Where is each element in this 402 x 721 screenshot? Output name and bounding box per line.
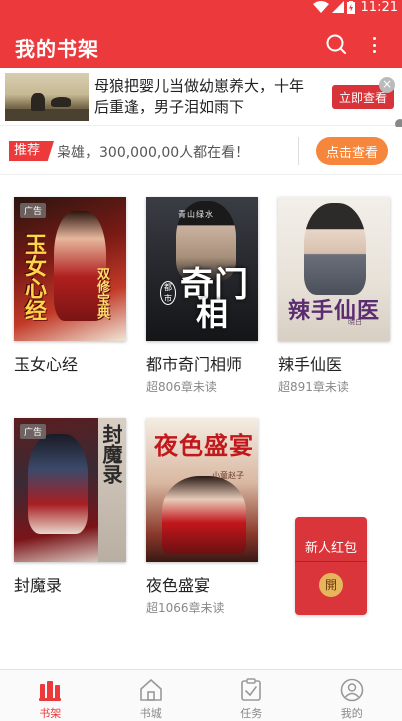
nav-label: 任务: [240, 707, 263, 720]
home-icon: [139, 679, 162, 701]
book-item[interactable]: 辣手仙医 晓白 辣手仙医 超891章未读: [278, 197, 390, 395]
book-title: 都市奇门相师: [146, 355, 243, 374]
nav-item-store[interactable]: 书城: [101, 670, 202, 721]
recommend-text[interactable]: 枭雄，300,000,00人都在看！: [57, 142, 249, 162]
red-envelope-label: 新人红包: [304, 541, 357, 556]
book-item[interactable]: 玉女心经 双修宝典 广告 玉女心经: [14, 197, 126, 378]
book-item[interactable]: 青山绿水 都市 奇门 相师 都市奇门相师 超806章未读: [146, 197, 258, 395]
book-cover[interactable]: 青山绿水 都市 奇门 相师: [146, 197, 258, 341]
ad-banner[interactable]: 母狼把婴儿当做幼崽养大，十年后重逢，男子泪如雨下 立即查看 ×: [0, 68, 402, 129]
profile-icon: [340, 678, 364, 702]
book-title: 玉女心经: [14, 355, 79, 374]
book-unread: 超806章未读: [146, 380, 217, 394]
book-title: 封魔录: [14, 576, 63, 595]
cover-title: 玉女心经: [21, 233, 46, 321]
cover-author: 小童赵子: [212, 471, 244, 480]
nav-label: 我的: [340, 707, 363, 720]
cover-title: 辣手仙医: [288, 299, 381, 324]
cover-title: 封魔录: [99, 424, 123, 484]
book-unread: 超891章未读: [278, 380, 349, 394]
recommend-view-button[interactable]: 点击查看: [316, 137, 388, 165]
red-envelope[interactable]: 新人红包 開: [295, 517, 367, 615]
status-time: 11:21: [360, 0, 398, 15]
task-icon: [241, 678, 262, 701]
page-title: 我的书架: [15, 37, 99, 61]
ad-badge: 广告: [20, 203, 47, 218]
book-cover[interactable]: 辣手仙医 晓白: [278, 197, 390, 341]
ad-text: 母狼把婴儿当做幼崽养大，十年后重逢，男子泪如雨下: [94, 77, 305, 116]
top-header: 11:21 我的书架: [0, 0, 402, 68]
book-item[interactable]: 夜色盛宴 小童赵子 夜色盛宴 超1066章未读: [146, 418, 258, 616]
cover-subtitle: 双修宝典: [94, 267, 109, 319]
book-title: 夜色盛宴: [146, 576, 211, 595]
cover-seal: 都市: [160, 281, 176, 305]
nav-label: 书城: [139, 707, 162, 720]
ad-image: [5, 73, 89, 121]
battery-icon: [346, 0, 355, 14]
cover-title-2: 相师: [196, 295, 229, 333]
recommend-bar: 推荐 枭雄，300,000,00人都在看！ 点击查看: [0, 127, 402, 175]
book-item[interactable]: 封魔录 广告 封魔录: [14, 418, 126, 599]
book-cover[interactable]: 玉女心经 双修宝典 广告: [14, 197, 126, 341]
bottom-nav: 书架 书城 任务 我的: [0, 669, 402, 721]
signal-icon: [331, 1, 344, 13]
book-unread: 超1066章未读: [146, 601, 225, 615]
ad-close-icon[interactable]: ×: [379, 77, 395, 93]
nav-label: 书架: [39, 707, 62, 720]
cover-author: 晓白: [348, 318, 362, 326]
wifi-icon: [312, 1, 329, 13]
book-cover[interactable]: 夜色盛宴 小童赵子: [146, 418, 258, 562]
nav-item-bookshelf[interactable]: 书架: [0, 670, 101, 721]
nav-item-profile[interactable]: 我的: [302, 670, 402, 721]
search-icon[interactable]: [325, 33, 347, 55]
ad-badge: 广告: [20, 424, 47, 439]
recommend-tag: 推荐: [9, 141, 55, 161]
divider: [298, 137, 299, 165]
bookshelf-icon: [39, 681, 62, 701]
book-cover[interactable]: 封魔录 广告: [14, 418, 126, 562]
cover-author: 青山绿水: [178, 210, 214, 219]
open-envelope-button[interactable]: 開: [319, 573, 343, 597]
book-title: 辣手仙医: [278, 355, 343, 374]
cover-title: 夜色盛宴: [154, 432, 254, 460]
status-icons: 11:21: [312, 0, 398, 15]
status-bar: 11:21: [0, 0, 402, 15]
more-options-icon[interactable]: [364, 34, 384, 56]
nav-item-tasks[interactable]: 任务: [201, 670, 302, 721]
